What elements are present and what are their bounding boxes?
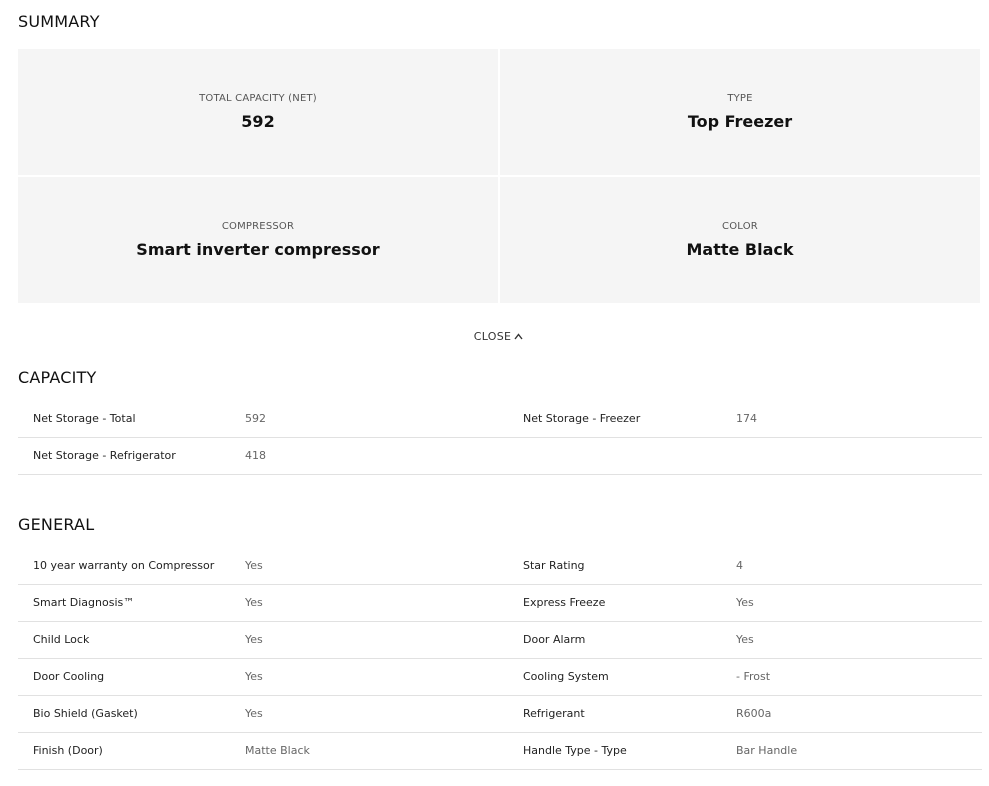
spec-value: Bar Handle [736,744,798,757]
spec-key: Bio Shield (Gasket) [33,707,138,720]
spec-value: Yes [245,559,263,572]
table-row: Door Cooling Yes Cooling System - Frost [18,659,982,696]
spec-key: Smart Diagnosis™ [33,596,135,609]
spec-key: Refrigerant [523,707,585,720]
spec-value: 592 [245,412,266,425]
summary-label: TOTAL CAPACITY (NET) [199,93,317,104]
spec-value: R600a [736,707,772,720]
summary-card-total-capacity: TOTAL CAPACITY (NET) 592 [18,49,498,175]
spec-key: Finish (Door) [33,744,103,757]
capacity-heading: CAPACITY [18,368,97,387]
spec-key: Net Storage - Freezer [523,412,641,425]
summary-card-compressor: COMPRESSOR Smart inverter compressor [18,177,498,303]
spec-key: 10 year warranty on Compressor [33,559,215,572]
summary-card-color: COLOR Matte Black [500,177,980,303]
spec-value: 4 [736,559,743,572]
spec-key: Net Storage - Refrigerator [33,449,176,462]
summary-grid: TOTAL CAPACITY (NET) 592 TYPE Top Freeze… [18,49,980,303]
table-row: 10 year warranty on Compressor Yes Star … [18,548,982,585]
spec-value: Yes [736,633,754,646]
summary-label: COMPRESSOR [221,221,295,232]
spec-value: - Frost [736,670,771,683]
table-row: Child Lock Yes Door Alarm Yes [18,622,982,659]
summary-value: Matte Black [686,240,794,259]
spec-value: 174 [736,412,757,425]
spec-key: Net Storage - Total [33,412,136,425]
general-spec-table: 10 year warranty on Compressor Yes Star … [18,548,982,770]
capacity-spec-table: Net Storage - Total 592 Net Storage - Fr… [18,401,982,475]
summary-card-type: TYPE Top Freezer [500,49,980,175]
spec-key: Door Alarm [523,633,586,646]
spec-key: Star Rating [523,559,585,572]
summary-heading: SUMMARY [18,12,100,31]
table-row: Bio Shield (Gasket) Yes Refrigerant R600… [18,696,982,733]
table-row: Finish (Door) Matte Black Handle Type - … [18,733,982,770]
close-specs-button[interactable]: CLOSE [0,330,989,343]
spec-value: 418 [245,449,266,462]
spec-key: Cooling System [523,670,609,683]
table-row: Net Storage - Total 592 Net Storage - Fr… [18,401,982,438]
spec-key: Handle Type - Type [523,744,627,757]
spec-key: Door Cooling [33,670,105,683]
table-row: Net Storage - Refrigerator 418 [18,438,982,475]
spec-value: Yes [736,596,754,609]
summary-value: 592 [241,112,275,131]
close-label: CLOSE [473,330,512,343]
spec-value: Yes [245,707,263,720]
spec-key: Express Freeze [523,596,606,609]
chevron-up-icon [514,330,523,343]
summary-value: Top Freezer [687,112,793,131]
spec-value: Yes [245,633,263,646]
table-row: Smart Diagnosis™ Yes Express Freeze Yes [18,585,982,622]
spec-value: Yes [245,596,263,609]
spec-value: Matte Black [245,744,310,757]
summary-value: Smart inverter compressor [136,240,380,259]
summary-label: COLOR [722,221,758,232]
spec-key: Child Lock [33,633,90,646]
summary-label: TYPE [727,93,753,104]
spec-value: Yes [245,670,263,683]
general-heading: GENERAL [18,515,95,534]
